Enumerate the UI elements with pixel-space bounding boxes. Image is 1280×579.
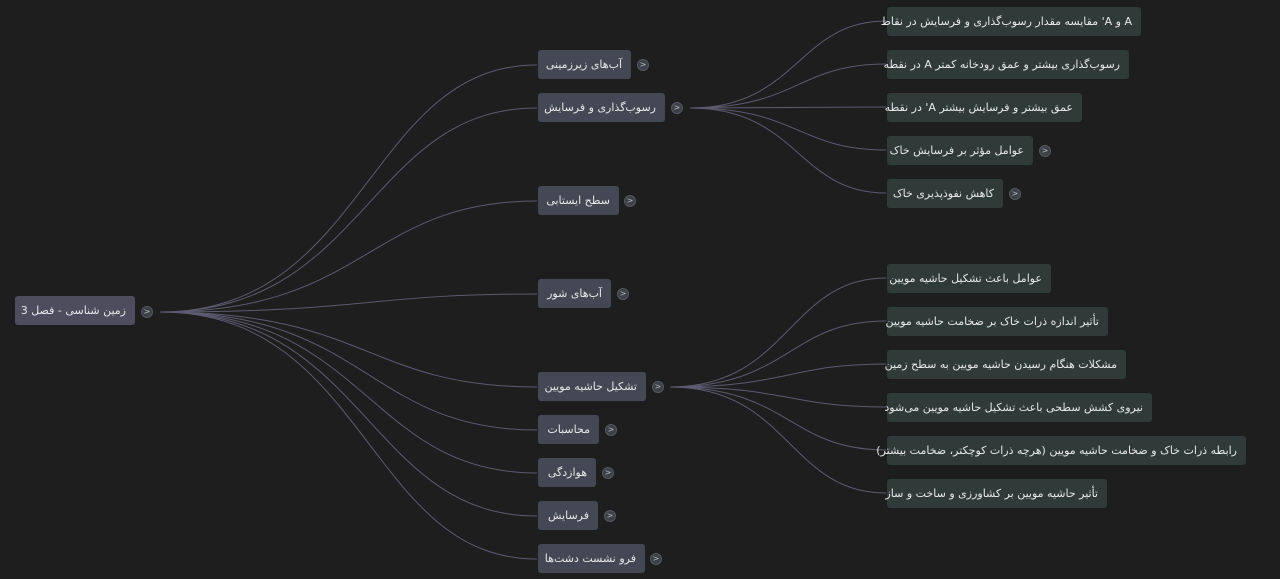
node-capillary-fringe-toggle[interactable]: > — [652, 381, 664, 393]
node-capillary-fringe-label: تشکیل حاشیه مویین — [544, 380, 637, 393]
connector-sediment-0 — [689, 20, 887, 109]
connector-capillary-4 — [669, 386, 887, 451]
node-particle-size-effect[interactable]: تأثیر اندازه ذرات خاک بر ضخامت حاشیه موی… — [885, 307, 1108, 336]
node-sedimentation-erosion-toggle[interactable]: > — [671, 102, 683, 114]
node-sedimentation-erosion-label: رسوب‌گذاری و فرسایش — [544, 101, 656, 114]
node-compare-a-a-prime-label: A و A' مقایسه مقدار رسوب‌گذاری و فرسایش … — [880, 15, 1132, 28]
node-agriculture-construction-effect[interactable]: تأثیر حاشیه مویین بر کشاورزی و ساخت و سا… — [885, 479, 1107, 508]
node-more-sedimentation-at-a-label: رسوب‌گذاری بیشتر و عمق رودخانه کمتر A در… — [883, 58, 1120, 71]
connector-root-6 — [159, 311, 538, 474]
node-soil-erosion-factors-label: عوامل مؤثر بر فرسایش خاک — [889, 144, 1024, 157]
node-saline-water-toggle[interactable]: > — [617, 288, 629, 300]
connector-sediment-4 — [689, 107, 887, 194]
node-surface-problems-label: مشکلات هنگام رسیدن حاشیه مویین به سطح زم… — [884, 358, 1117, 371]
node-particle-thickness-relation-label: رابطه ذرات خاک و ضخامت حاشیه مویین (هرچه… — [876, 444, 1237, 457]
root-collapse-toggle[interactable]: > — [141, 306, 153, 318]
connector-capillary-5 — [669, 386, 887, 494]
node-reduced-permeability[interactable]: کاهش نفوذپذیری خاک — [887, 179, 1003, 208]
node-agriculture-construction-effect-label: تأثیر حاشیه مویین بر کشاورزی و ساخت و سا… — [885, 487, 1098, 500]
node-capillary-causes-label: عوامل باعث تشکیل حاشیه مویین — [889, 272, 1042, 285]
node-plain-subsidence-toggle[interactable]: > — [650, 553, 662, 565]
connector-root-0 — [159, 64, 538, 313]
node-surface-tension[interactable]: نیروی کشش سطحی باعث تشکیل حاشیه مویین می… — [884, 393, 1152, 422]
node-more-erosion-at-a-prime[interactable]: عمق بیشتر و فرسایش بیشتر A' در نقطه — [884, 93, 1082, 122]
node-plain-subsidence-label: فرو نشست دشت‌ها — [544, 552, 636, 565]
node-particle-thickness-relation[interactable]: رابطه ذرات خاک و ضخامت حاشیه مویین (هرچه… — [876, 436, 1246, 465]
node-saline-water-label: آب‌های شور — [547, 287, 602, 300]
node-surface-problems[interactable]: مشکلات هنگام رسیدن حاشیه مویین به سطح زم… — [884, 350, 1126, 379]
node-calculations-label: محاسبات — [547, 423, 590, 436]
node-more-erosion-at-a-prime-label: عمق بیشتر و فرسایش بیشتر A' در نقطه — [884, 101, 1073, 114]
node-erosion[interactable]: فرسایش — [538, 501, 598, 530]
connector-root-8 — [159, 311, 538, 560]
node-water-table-label: سطح ایستابی — [546, 194, 610, 207]
node-capillary-causes[interactable]: عوامل باعث تشکیل حاشیه مویین — [887, 264, 1051, 293]
node-reduced-permeability-toggle[interactable]: > — [1009, 188, 1021, 200]
node-groundwater[interactable]: آب‌های زیرزمینی — [538, 50, 631, 79]
node-capillary-fringe[interactable]: تشکیل حاشیه مویین — [538, 372, 646, 401]
node-more-sedimentation-at-a[interactable]: رسوب‌گذاری بیشتر و عمق رودخانه کمتر A در… — [883, 50, 1129, 79]
root-node[interactable]: زمین شناسی - فصل 3 — [15, 296, 135, 325]
node-erosion-toggle[interactable]: > — [604, 510, 616, 522]
node-reduced-permeability-label: کاهش نفوذپذیری خاک — [892, 187, 994, 200]
connector-root-7 — [159, 311, 538, 517]
capillary-connectors — [669, 277, 887, 494]
node-groundwater-label: آب‌های زیرزمینی — [545, 58, 622, 71]
connector-root-4 — [159, 311, 538, 388]
connector-capillary-0 — [669, 277, 887, 388]
node-soil-erosion-factors-toggle[interactable]: > — [1039, 145, 1051, 157]
node-weathering-toggle[interactable]: > — [602, 467, 614, 479]
node-calculations-toggle[interactable]: > — [605, 424, 617, 436]
node-water-table[interactable]: سطح ایستابی — [538, 186, 619, 215]
node-groundwater-toggle[interactable]: > — [637, 59, 649, 71]
root-node-label: زمین شناسی - فصل 3 — [20, 304, 126, 317]
node-sedimentation-erosion[interactable]: رسوب‌گذاری و فرسایش — [538, 93, 665, 122]
connector-root-1 — [159, 107, 538, 313]
node-saline-water[interactable]: آب‌های شور — [538, 279, 611, 308]
node-soil-erosion-factors[interactable]: عوامل مؤثر بر فرسایش خاک — [887, 136, 1033, 165]
node-surface-tension-label: نیروی کشش سطحی باعث تشکیل حاشیه مویین می… — [884, 401, 1143, 414]
node-erosion-label: فرسایش — [548, 509, 589, 522]
node-weathering-label: هوازدگی — [547, 466, 587, 479]
connector-root-2 — [159, 200, 538, 313]
node-compare-a-a-prime[interactable]: A و A' مقایسه مقدار رسوب‌گذاری و فرسایش … — [881, 7, 1141, 36]
sediment-connectors — [689, 20, 887, 194]
node-calculations[interactable]: محاسبات — [538, 415, 599, 444]
node-weathering[interactable]: هوازدگی — [538, 458, 596, 487]
node-particle-size-effect-label: تأثیر اندازه ذرات خاک بر ضخامت حاشیه موی… — [885, 315, 1099, 328]
root-connectors — [159, 64, 538, 560]
connector-root-5 — [159, 311, 538, 431]
node-water-table-toggle[interactable]: > — [624, 195, 636, 207]
node-plain-subsidence[interactable]: فرو نشست دشت‌ها — [538, 544, 645, 573]
